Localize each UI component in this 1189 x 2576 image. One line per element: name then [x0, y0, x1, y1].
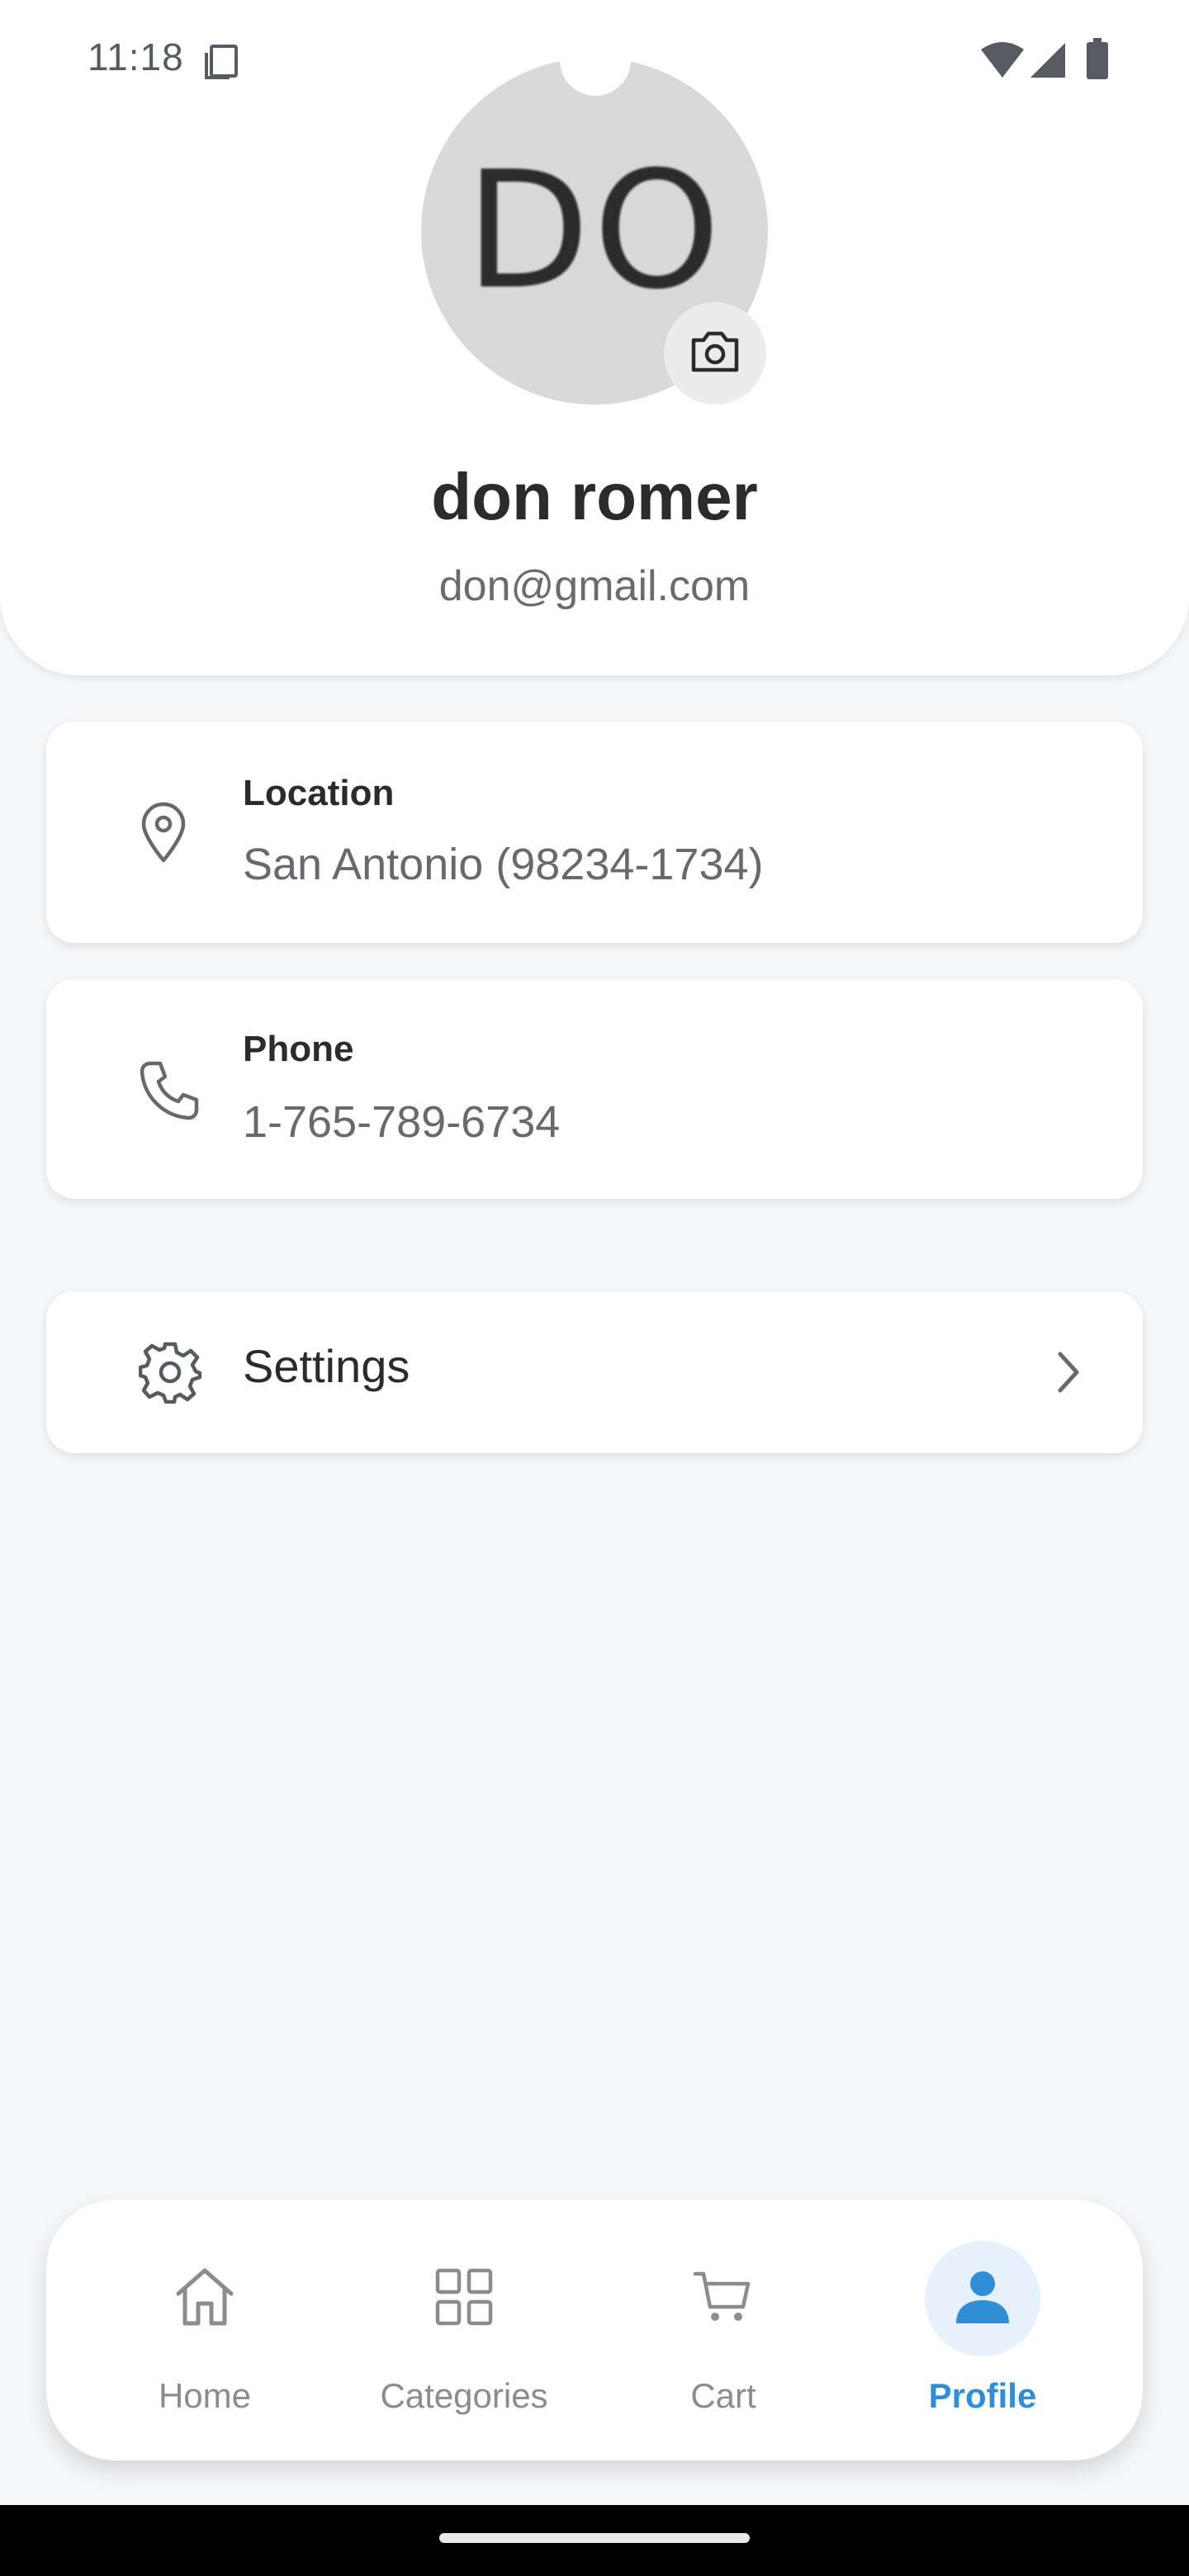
system-gesture-bar [0, 2505, 1189, 2576]
phone-icon [139, 1058, 201, 1125]
wifi-icon [979, 41, 1026, 83]
phone-value: 1-765-789-6734 [243, 1097, 561, 1147]
gear-icon [138, 1341, 202, 1408]
nav-item-home[interactable]: Home [81, 2200, 329, 2460]
home-icon [173, 2266, 236, 2332]
location-pin-icon [139, 801, 188, 868]
signal-icon [1029, 41, 1067, 83]
status-time: 11:18 [88, 36, 184, 78]
profile-name: don romer [431, 460, 758, 533]
categories-grid-icon [433, 2266, 495, 2332]
profile-email: don@gmail.com [438, 562, 751, 610]
location-card[interactable]: Location San Antonio (98234-1734) [46, 722, 1143, 943]
home-gesture-handle[interactable] [439, 2533, 750, 2543]
change-photo-button[interactable] [664, 302, 766, 405]
nav-icon-container [666, 2241, 781, 2356]
nav-icon-container [406, 2241, 522, 2356]
nav-label-home: Home [158, 2376, 252, 2415]
settings-button[interactable]: Settings [46, 1291, 1143, 1453]
nav-label-categories: Categories [380, 2376, 548, 2415]
bottom-navigation: Home Categories Cart Profile [46, 2200, 1143, 2460]
location-value: San Antonio (98234-1734) [243, 840, 764, 889]
location-label: Location [243, 773, 395, 813]
profile-person-icon [953, 2267, 1012, 2331]
nav-label-profile: Profile [928, 2376, 1037, 2415]
chevron-right-icon [1052, 1349, 1085, 1399]
nav-icon-container [147, 2241, 263, 2356]
nav-item-cart[interactable]: Cart [599, 2200, 847, 2460]
profile-header: 11:18 DO don romer don@gmail.com [0, 0, 1189, 675]
nav-item-profile[interactable]: Profile [859, 2200, 1106, 2460]
camera-cutout [560, 25, 631, 96]
camera-icon [689, 329, 741, 379]
screen-icon [201, 41, 241, 85]
nav-icon-container-active [925, 2241, 1040, 2356]
phone-card[interactable]: Phone 1-765-789-6734 [46, 979, 1143, 1199]
nav-label-cart: Cart [690, 2376, 756, 2415]
battery-icon [1087, 38, 1108, 83]
cart-icon [692, 2266, 755, 2332]
nav-item-categories[interactable]: Categories [340, 2200, 588, 2460]
settings-label: Settings [243, 1340, 410, 1392]
avatar-initials: DO [465, 137, 724, 325]
phone-label: Phone [243, 1029, 354, 1069]
